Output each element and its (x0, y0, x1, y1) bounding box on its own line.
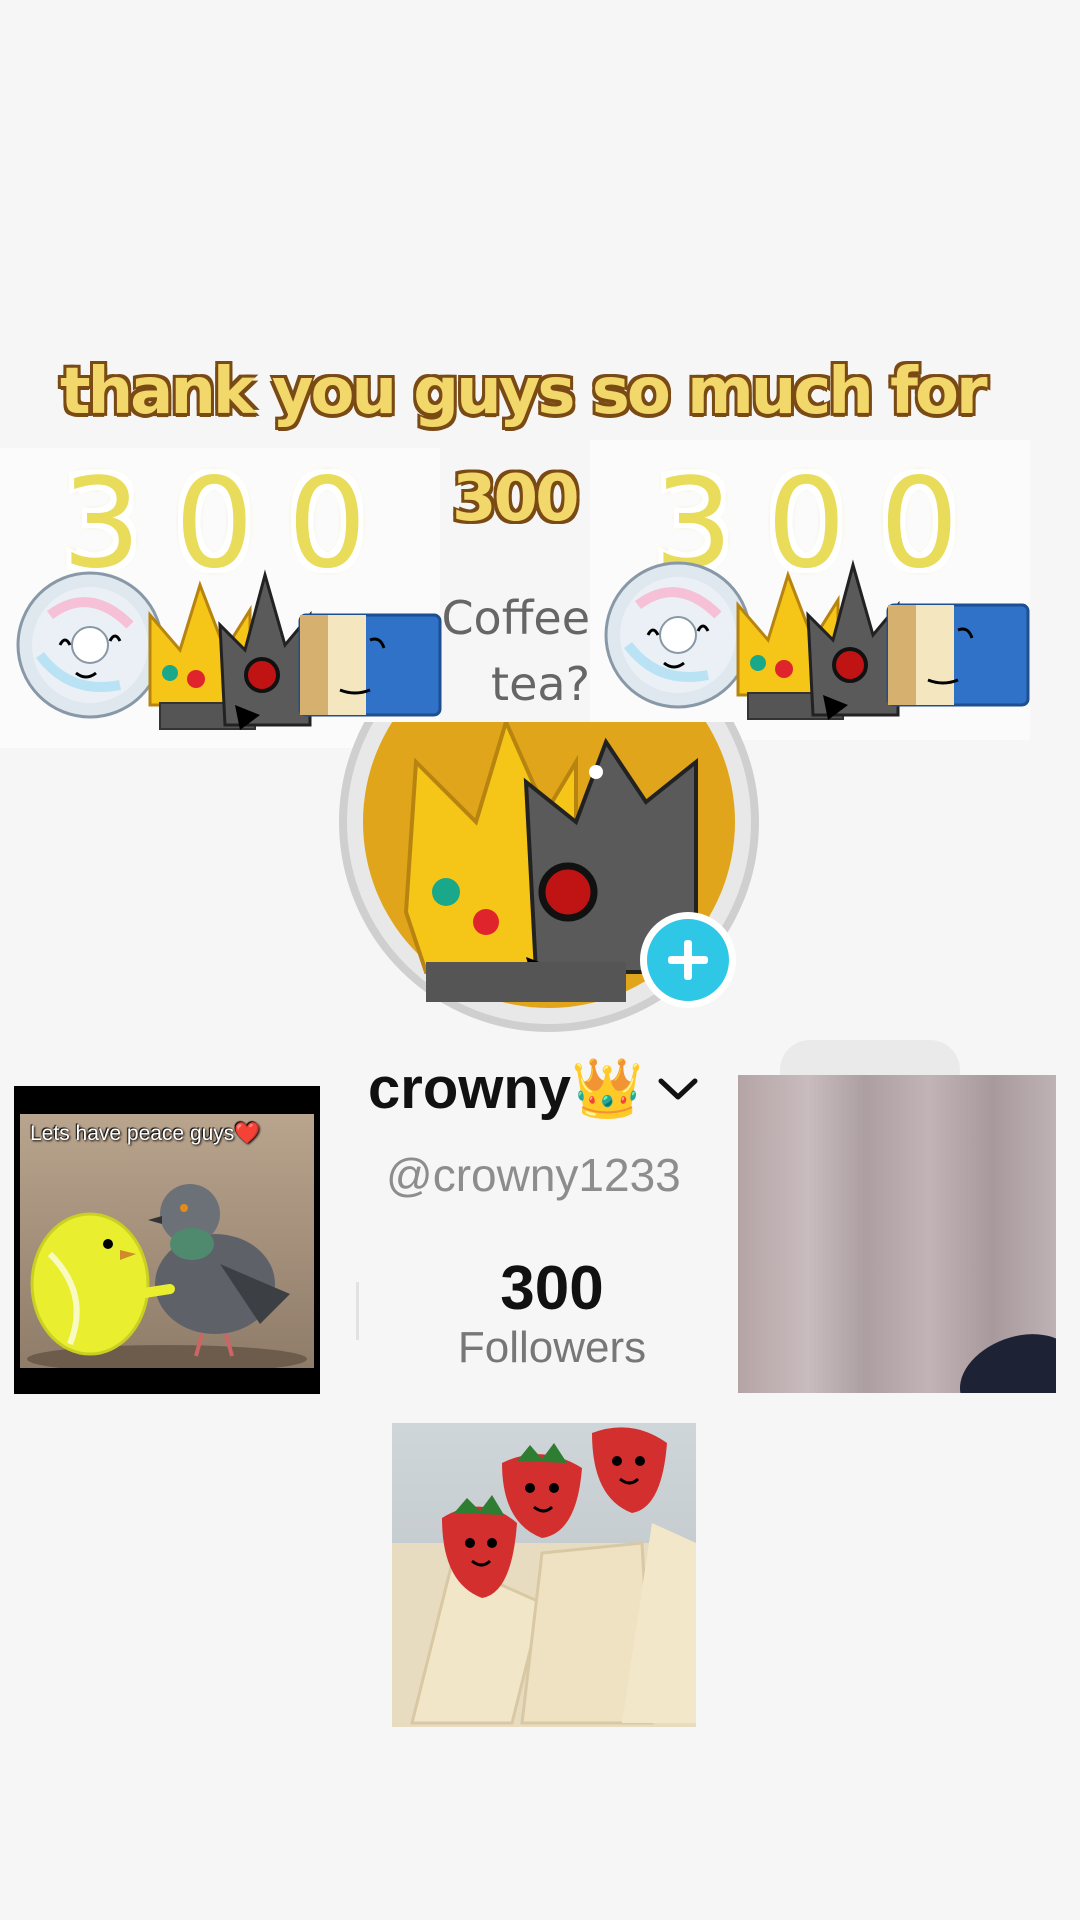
dollar-bill-icon (298, 613, 442, 717)
meme-caption: Lets have peace guys❤️ (30, 1122, 261, 1145)
bio-line-1: Coffee (441, 591, 590, 645)
add-button[interactable] (640, 912, 736, 1008)
robot-crown-icon (806, 559, 900, 720)
character-group-right (604, 559, 1030, 720)
bird-and-pigeon-illustration (27, 1184, 307, 1368)
dollar-bill-icon (886, 603, 1030, 707)
followers-label[interactable]: Followers (432, 1323, 672, 1373)
display-name-row[interactable]: crowny👑 (368, 1055, 703, 1123)
display-name: crowny👑 (368, 1056, 644, 1121)
plus-icon (668, 940, 708, 980)
robot-crown-icon (218, 569, 312, 730)
strawberry-photo (392, 1423, 696, 1727)
headline-text: thank you guys so much for (60, 355, 988, 429)
bio-line-2: tea? (491, 657, 590, 711)
disc-icon (604, 561, 752, 709)
chevron-down-icon (658, 1078, 698, 1100)
meme-image-peace: Lets have peace guys❤️ (14, 1086, 320, 1394)
stat-divider (356, 1282, 359, 1340)
curtain-photo (738, 1075, 1056, 1393)
followers-count[interactable]: 300 (432, 1253, 672, 1324)
bio-text: Coffee tea? (430, 585, 590, 717)
milestone-small: 300 (452, 462, 580, 536)
strawberry-illustration (392, 1427, 696, 1727)
disc-icon (16, 571, 164, 719)
username-handle: @crowny1233 (386, 1149, 681, 1201)
